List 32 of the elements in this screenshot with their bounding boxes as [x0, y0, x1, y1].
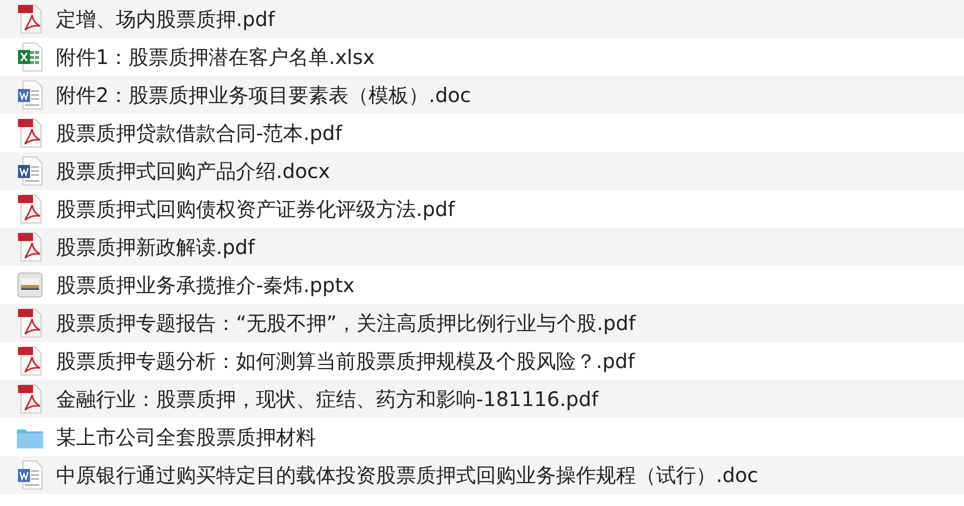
pdf-file-icon [16, 384, 44, 414]
pdf-file-icon [16, 118, 44, 148]
file-name: 中原银行通过购买特定目的载体投资股票质押式回购业务操作规程（试行）.doc [56, 462, 758, 488]
file-name: 附件2：股票质押业务项目要素表（模板）.doc [56, 82, 472, 108]
file-row[interactable]: 定增、场内股票质押.pdf [0, 0, 964, 38]
pdf-file-icon [16, 194, 44, 224]
document-file-icon [16, 156, 44, 186]
file-row[interactable]: 金融行业：股票质押，现状、症结、药方和影响-181116.pdf [0, 380, 964, 418]
pdf-file-icon [16, 4, 44, 34]
file-name: 股票质押式回购产品介绍.docx [56, 158, 330, 184]
pdf-file-icon [16, 346, 44, 376]
document-file-icon [16, 80, 44, 110]
document-file-icon [16, 460, 44, 490]
file-row[interactable]: 中原银行通过购买特定目的载体投资股票质押式回购业务操作规程（试行）.doc [0, 456, 964, 494]
file-name: 股票质押业务承揽推介-秦炜.pptx [56, 272, 355, 298]
file-row[interactable]: 附件2：股票质押业务项目要素表（模板）.doc [0, 76, 964, 114]
slide-thumbnail-icon [16, 270, 44, 300]
file-name: 某上市公司全套股票质押材料 [56, 424, 316, 450]
file-name: 股票质押专题分析：如何测算当前股票质押规模及个股风险？.pdf [56, 348, 635, 374]
spreadsheet-file-icon [16, 42, 44, 72]
file-name: 附件1：股票质押潜在客户名单.xlsx [56, 44, 375, 70]
file-name: 股票质押专题报告：“无股不押”，关注高质押比例行业与个股.pdf [56, 310, 636, 336]
file-row[interactable]: 股票质押专题报告：“无股不押”，关注高质押比例行业与个股.pdf [0, 304, 964, 342]
pdf-file-icon [16, 308, 44, 338]
file-name: 股票质押贷款借款合同-范本.pdf [56, 120, 342, 146]
file-row[interactable]: 股票质押新政解读.pdf [0, 228, 964, 266]
file-name: 股票质押新政解读.pdf [56, 234, 255, 260]
file-name: 定增、场内股票质押.pdf [56, 6, 275, 32]
file-name: 股票质押式回购债权资产证券化评级方法.pdf [56, 196, 455, 222]
file-row[interactable]: 股票质押式回购产品介绍.docx [0, 152, 964, 190]
pdf-file-icon [16, 232, 44, 262]
file-name: 金融行业：股票质押，现状、症结、药方和影响-181116.pdf [56, 386, 598, 412]
